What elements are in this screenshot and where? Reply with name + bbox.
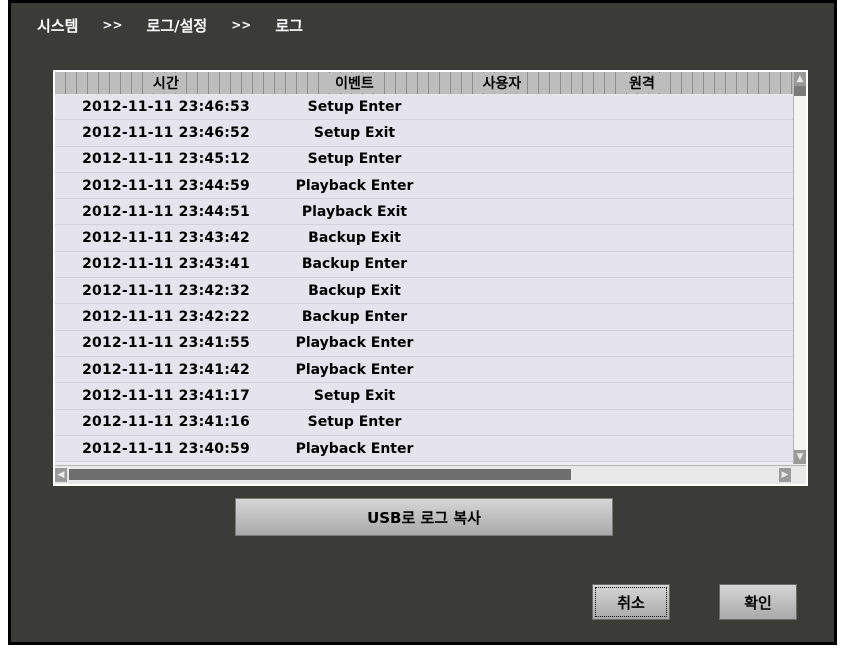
- cell-event: Setup Exit: [313, 124, 396, 141]
- cell-time: 2012-11-11 23:43:42: [82, 230, 250, 247]
- cell-event: Playback Enter: [295, 440, 414, 457]
- cell-event: Setup Enter: [307, 414, 402, 431]
- vertical-scrollbar[interactable]: ▲ ▼: [793, 72, 806, 464]
- vertical-scroll-thumb[interactable]: [794, 86, 806, 96]
- table-row[interactable]: 2012-11-11 23:46:52 Setup Exit: [55, 120, 793, 147]
- breadcrumb: 시스템 >> 로그/설정 >> 로그: [37, 11, 327, 39]
- cell-time: 2012-11-11 23:41:17: [82, 387, 250, 404]
- cell-event: Backup Enter: [301, 256, 408, 273]
- column-header-event[interactable]: 이벤트: [277, 72, 432, 94]
- cell-time: 2012-11-11 23:41:16: [82, 414, 250, 431]
- column-header-user[interactable]: 사용자: [432, 72, 572, 94]
- cell-time: 2012-11-11 23:43:41: [82, 256, 250, 273]
- cell-time: 2012-11-11 23:40:59: [82, 440, 250, 457]
- cell-event: Setup Exit: [313, 387, 396, 404]
- cell-time: 2012-11-11 23:46:52: [82, 124, 250, 141]
- cell-event: Backup Enter: [301, 309, 408, 326]
- breadcrumb-separator: >>: [102, 18, 123, 32]
- column-header-time[interactable]: 시간: [55, 72, 277, 94]
- table-row[interactable]: 2012-11-11 23:41:55 Playback Enter: [55, 330, 793, 357]
- table-row[interactable]: 2012-11-11 23:46:53 Setup Enter: [55, 94, 793, 121]
- table-body: 2012-11-11 23:46:53 Setup Enter 2012-11-1…: [55, 94, 793, 463]
- cell-event: Playback Exit: [301, 203, 408, 220]
- horizontal-scroll-thumb[interactable]: [69, 469, 571, 480]
- arrow-up-icon[interactable]: ▲: [794, 72, 806, 86]
- arrow-right-icon[interactable]: ▶: [779, 468, 791, 482]
- table-header: 시간 이벤트 사용자 원격: [55, 72, 793, 95]
- table-row[interactable]: 2012-11-11 23:43:42 Backup Exit: [55, 225, 793, 252]
- table-row[interactable]: 2012-11-11 23:41:42 Playback Enter: [55, 356, 793, 384]
- cell-time: 2012-11-11 23:41:55: [82, 335, 250, 352]
- cell-time: 2012-11-11 23:42:32: [82, 282, 250, 299]
- cell-event: Playback Enter: [295, 335, 414, 352]
- table-row[interactable]: 2012-11-11 23:41:16 Setup Enter: [55, 409, 793, 436]
- cell-event: Backup Exit: [308, 282, 401, 299]
- table-row[interactable]: 2012-11-11 23:45:12 Setup Enter: [55, 146, 793, 173]
- horizontal-scrollbar[interactable]: ◀ ▶: [55, 465, 806, 484]
- table-row[interactable]: 2012-11-11 23:43:41 Backup Enter: [55, 251, 793, 279]
- cell-time: 2012-11-11 23:45:12: [82, 151, 250, 168]
- cell-event: Playback Enter: [295, 177, 414, 194]
- cell-event: Playback Enter: [295, 361, 414, 378]
- table-row[interactable]: 2012-11-11 23:40:59 Playback Enter: [55, 435, 793, 463]
- cell-event: Backup Exit: [308, 230, 401, 247]
- cell-time: 2012-11-11 23:44:51: [82, 203, 250, 220]
- arrow-down-icon[interactable]: ▼: [794, 450, 806, 464]
- cell-time: 2012-11-11 23:46:53: [82, 98, 250, 115]
- arrow-left-icon[interactable]: ◀: [55, 468, 67, 482]
- log-table: 시간 이벤트 사용자 원격 2012-11-11 23:46:53 Setup E…: [53, 70, 808, 486]
- table-row[interactable]: 2012-11-11 23:42:22 Backup Enter: [55, 304, 793, 331]
- cell-time: 2012-11-11 23:41:42: [82, 361, 250, 378]
- table-row[interactable]: 2012-11-11 23:44:59 Playback Enter: [55, 172, 793, 200]
- usb-log-copy-button[interactable]: USB로 로그 복사: [235, 498, 613, 536]
- cell-time: 2012-11-11 23:42:22: [82, 309, 250, 326]
- breadcrumb-system: 시스템: [37, 16, 79, 35]
- cell-time: 2012-11-11 23:44:59: [82, 177, 250, 194]
- table-row[interactable]: 2012-11-11 23:44:51 Playback Exit: [55, 199, 793, 226]
- breadcrumb-log: 로그: [275, 16, 303, 35]
- ok-button[interactable]: 확인: [719, 584, 797, 620]
- cancel-button[interactable]: 취소: [592, 584, 670, 620]
- table-row[interactable]: 2012-11-11 23:42:32 Backup Exit: [55, 278, 793, 305]
- table-row[interactable]: 2012-11-11 23:41:17 Setup Exit: [55, 383, 793, 410]
- cell-event: Setup Enter: [307, 151, 402, 168]
- column-header-remote[interactable]: 원격: [572, 72, 712, 94]
- cell-event: Setup Enter: [307, 98, 402, 115]
- breadcrumb-log-settings: 로그/설정: [146, 16, 208, 35]
- breadcrumb-separator: >>: [231, 18, 252, 32]
